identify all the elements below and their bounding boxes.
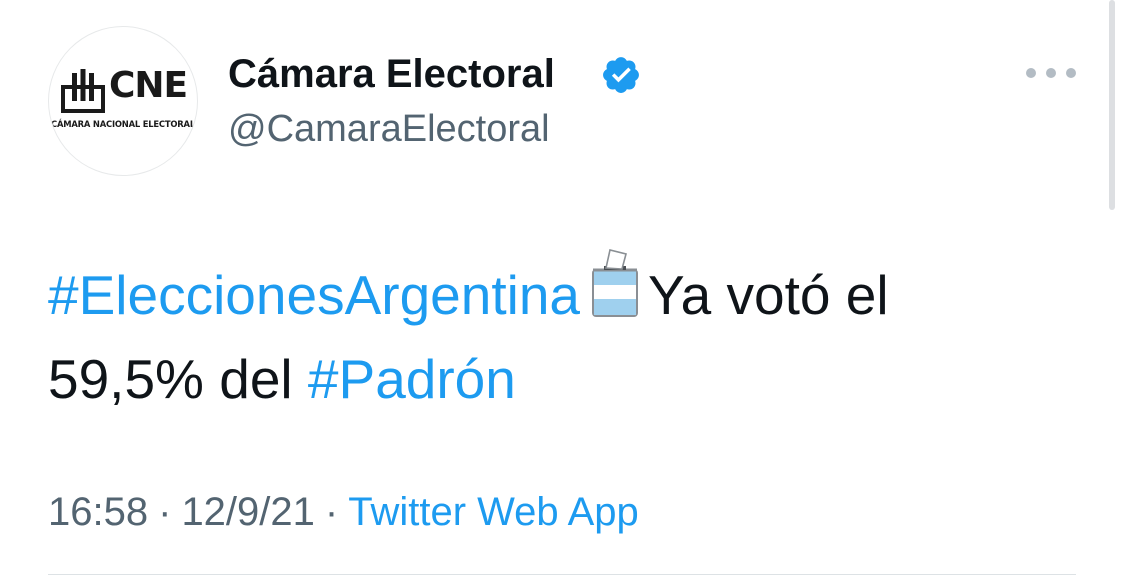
hashtag-link[interactable]: #EleccionesArgentina — [48, 264, 580, 326]
tweet-text-part-1: Ya votó el — [648, 264, 889, 326]
tweet-date[interactable]: 12/9/21 — [181, 490, 314, 534]
avatar[interactable]: CNE CÁMARA NACIONAL ELECTORAL — [48, 26, 198, 176]
handle[interactable]: @CamaraElectoral — [228, 104, 550, 154]
scrollbar[interactable] — [1109, 0, 1115, 210]
more-options-icon[interactable] — [1026, 58, 1076, 88]
meta-separator: · — [324, 490, 339, 534]
divider — [48, 574, 1076, 575]
tweet-text-part-2: 59,5% del — [48, 348, 293, 410]
avatar-logo-subtitle: CÁMARA NACIONAL ELECTORAL — [51, 119, 195, 129]
ballot-box-icon — [592, 249, 639, 317]
hashtag-link[interactable]: #Padrón — [308, 348, 516, 410]
tweet-meta: 16:58 · 12/9/21 · Twitter Web App — [48, 484, 639, 540]
tweet-card: CNE CÁMARA NACIONAL ELECTORAL Cámara Ele… — [0, 0, 1125, 587]
tweet-source-link[interactable]: Twitter Web App — [348, 490, 639, 534]
verified-badge-icon — [603, 57, 639, 93]
display-name[interactable]: Cámara Electoral — [228, 48, 555, 100]
tweet-time[interactable]: 16:58 — [48, 490, 148, 534]
tweet-text: #EleccionesArgentina Ya votó el 59,5% de… — [48, 248, 1058, 421]
meta-separator: · — [158, 490, 172, 534]
avatar-logo-text: CNE — [109, 65, 188, 106]
cne-logo-icon — [61, 69, 105, 113]
